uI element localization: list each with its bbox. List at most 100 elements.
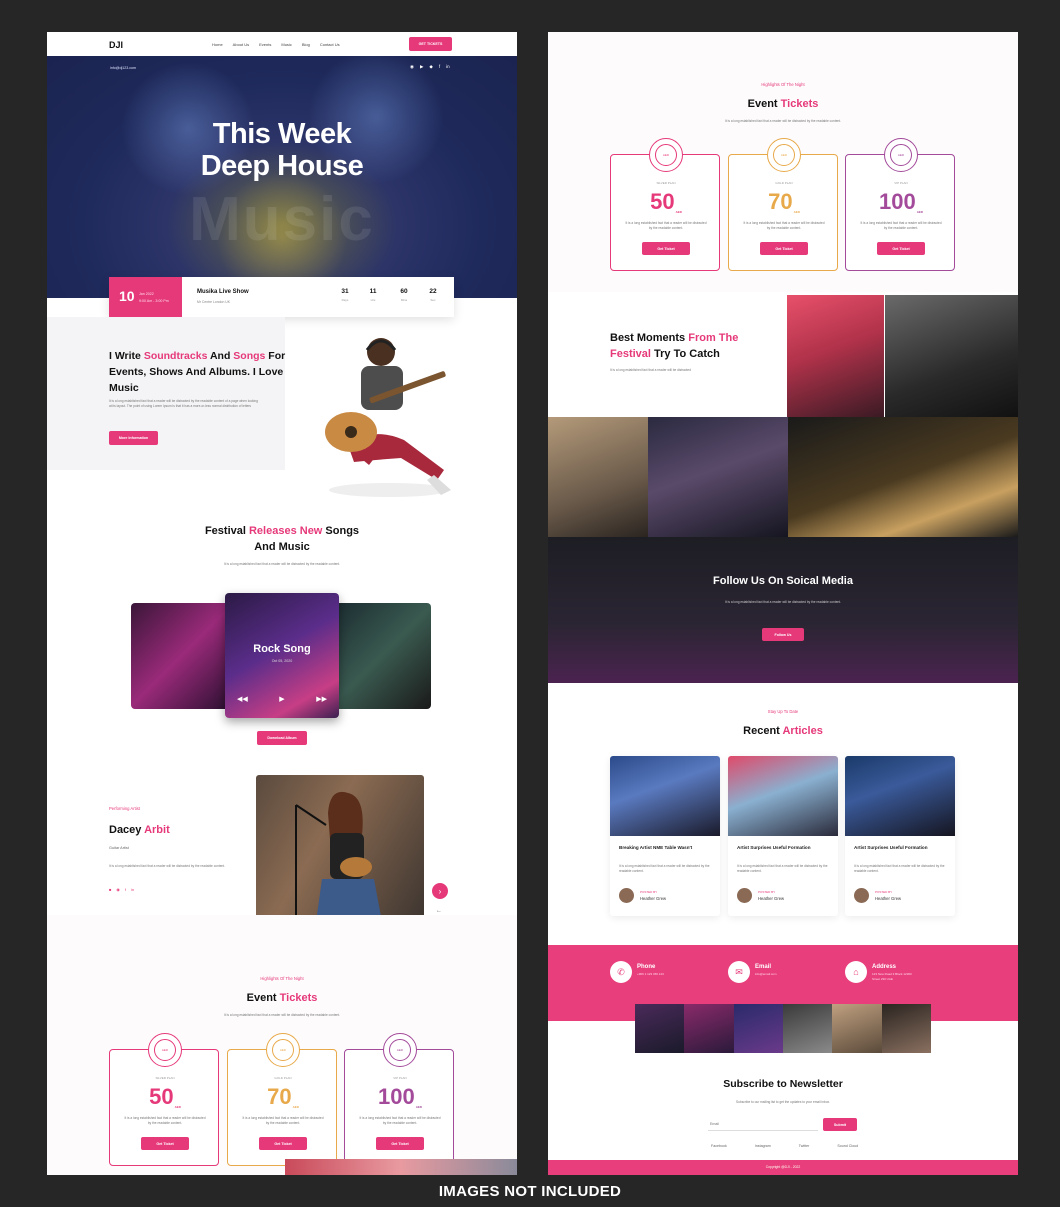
hero-email[interactable]: info@dj123.com (110, 66, 136, 70)
more-information-button[interactable]: More Information (109, 431, 158, 445)
nav-about[interactable]: About Us (233, 42, 249, 47)
tickets-text: It is a long established fact that a rea… (724, 119, 842, 123)
get-ticket-button[interactable]: Get Ticket (760, 242, 808, 255)
instagram-icon[interactable]: ◉ (410, 64, 414, 70)
moments-heading-part: Try To Catch (650, 348, 720, 360)
tickets-heading-part: Event (246, 992, 280, 1004)
artist-prev-button[interactable]: ← (436, 908, 442, 914)
album-card-right[interactable] (331, 603, 431, 709)
about-text: It is a long established fact that a rea… (109, 399, 258, 408)
tickets-heading: Event Tickets (548, 98, 1018, 110)
author-name: Heather Grew (758, 896, 785, 901)
footer-link-instagram[interactable]: Instagram (755, 1144, 771, 1148)
get-tickets-button[interactable]: GET TICKETS (409, 37, 452, 51)
tickets-heading: Event Tickets (47, 992, 517, 1004)
countdown-value: 31 (341, 288, 349, 295)
ticket-badge-text: AED (272, 1039, 294, 1061)
get-ticket-button[interactable]: Get Ticket (259, 1137, 307, 1150)
ticket-desc: It is a long established fact that a rea… (860, 221, 942, 230)
newsletter-heading: Subscribe to Newsletter (723, 1078, 843, 1090)
get-ticket-button[interactable]: Get Ticket (877, 242, 925, 255)
ticket-badge-text: AED (655, 144, 677, 166)
article-text: It is a long established fact that a rea… (737, 864, 828, 873)
artist-first-name: Dacey (109, 824, 142, 836)
newsletter-email-input[interactable] (708, 1118, 818, 1131)
moment-photo-1 (787, 295, 884, 417)
album-date: Oct 05, 2020 (271, 659, 293, 663)
youtube-icon[interactable]: ▶ (420, 64, 423, 70)
article-card[interactable]: Artist Surprises Useful Formation It is … (728, 756, 838, 916)
nav-blog[interactable]: Blog (302, 42, 310, 47)
article-card[interactable]: Breaking Artist NME Table Wasn't It is a… (610, 756, 720, 916)
moments-preview-strip (285, 1159, 517, 1175)
contact-value[interactable]: +966 1 123 456 123 (637, 972, 677, 977)
get-ticket-button[interactable]: Get Ticket (141, 1137, 189, 1150)
tickets-section-right: Highlights Of The Night Event Tickets It… (548, 32, 1018, 292)
posted-by-label: POSTED BY (758, 890, 776, 894)
nav-home[interactable]: Home (212, 42, 223, 47)
article-title[interactable]: Artist Surprises Useful Formation (737, 844, 829, 851)
countdown-value: 22 (429, 288, 437, 295)
event-day: 10 (119, 288, 135, 304)
album-player: ◀◀ ▶ ▶▶ (237, 692, 327, 706)
nav-contact[interactable]: Contact Us (320, 42, 340, 47)
facebook-icon[interactable]: f (125, 887, 126, 892)
linkedin-icon[interactable]: in (131, 887, 134, 892)
article-title[interactable]: Artist Surprises Useful Formation (854, 844, 946, 851)
artist-next-button[interactable]: › (432, 883, 448, 899)
landing-page-left: DJI Home About Us Events Music Blog Cont… (47, 32, 517, 1175)
forward-icon[interactable]: ▶▶ (316, 695, 327, 703)
rewind-icon[interactable]: ◀◀ (237, 695, 248, 703)
gallery-photo (782, 1004, 833, 1053)
countdown-hours: 11 Hrs (363, 288, 383, 302)
artist-last-name: Arbit (144, 824, 170, 836)
about-heading-accent: Soundtracks (143, 350, 208, 362)
article-card[interactable]: Artist Surprises Useful Formation It is … (845, 756, 955, 916)
posted-by-label: POSTED BY (875, 890, 893, 894)
ticket-badge: AED (884, 138, 918, 172)
newsletter-submit-button[interactable]: Submit (823, 1118, 857, 1131)
article-title[interactable]: Breaking Artist NME Table Wasn't (619, 844, 711, 851)
footer-link-twitter[interactable]: Twitter (799, 1144, 810, 1148)
nav-music[interactable]: Music (281, 42, 291, 47)
landing-page-right: Highlights Of The Night Event Tickets It… (548, 32, 1018, 1175)
facebook-icon[interactable]: f (439, 64, 440, 70)
ticket-desc: It is a long established fact that a rea… (359, 1116, 441, 1125)
about-heading: I Write Soundtracks And Songs For Events… (109, 348, 289, 396)
footer-link-soundcloud[interactable]: Sound Cloud (837, 1144, 858, 1148)
twitter-icon[interactable]: ◆ (429, 64, 432, 70)
gallery-photo (881, 1004, 931, 1053)
gallery-photo (635, 1004, 685, 1053)
moment-photo-5 (788, 417, 1018, 537)
instagram-icon[interactable]: ◉ (116, 887, 120, 892)
follow-section (548, 537, 1018, 683)
countdown-unit: Days (341, 298, 349, 302)
moment-photo-3 (548, 417, 648, 537)
nav-events[interactable]: Events (259, 42, 271, 47)
ticket-desc: It is a long established fact that a rea… (625, 221, 707, 230)
ticket-badge-text: AED (890, 144, 912, 166)
ticket-card-gold: AED GOLD PLAN 70AED It is a long establi… (227, 1033, 337, 1166)
top-nav: DJI Home About Us Events Music Blog Cont… (47, 32, 517, 56)
gallery-photo (684, 1004, 734, 1053)
contact-value[interactable]: info@email.com (755, 972, 795, 977)
footer-link-facebook[interactable]: Facebook (711, 1144, 727, 1148)
follow-us-button[interactable]: Follow Us (762, 628, 804, 641)
album-card-left[interactable] (131, 603, 231, 709)
get-ticket-button[interactable]: Get Ticket (642, 242, 690, 255)
album-card-main[interactable]: Rock Song Oct 05, 2020 ◀◀ ▶ ▶▶ (225, 593, 339, 718)
guitarist-image (325, 338, 451, 497)
play-icon[interactable]: ▶ (279, 695, 284, 703)
albums-heading-part: Songs (322, 525, 360, 537)
countdown-unit: Sec (430, 298, 436, 302)
albums-heading-accent: Releases New (248, 525, 323, 537)
author-name: Heather Grew (640, 896, 667, 901)
ticket-badge: AED (649, 138, 683, 172)
youtube-icon[interactable]: ■ (109, 887, 111, 892)
linkedin-icon[interactable]: in (446, 64, 450, 70)
contact-phone: ✆ Phone +966 1 123 456 123 (610, 961, 677, 983)
get-ticket-button[interactable]: Get Ticket (376, 1137, 424, 1150)
artist-label: Performing Artist (109, 806, 140, 811)
download-album-button[interactable]: Download Album (257, 731, 307, 745)
contact-email: ✉ Email info@email.com (728, 961, 795, 983)
